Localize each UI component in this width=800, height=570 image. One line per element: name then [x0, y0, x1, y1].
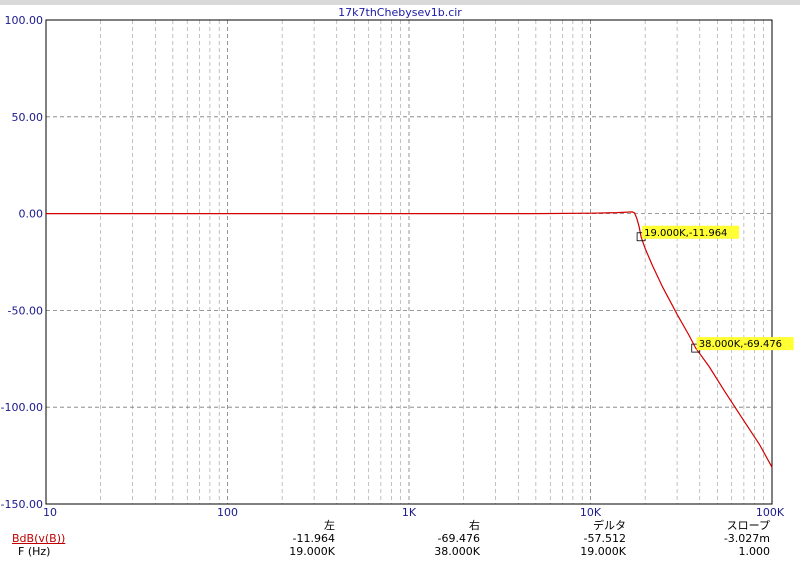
row-freq-left: 19.000K: [289, 545, 335, 558]
row-freq-delta: 19.000K: [580, 545, 626, 558]
y-tick-label: -100.00: [1, 401, 43, 414]
row-label-bdb[interactable]: BdB(v(B)): [12, 532, 100, 545]
y-tick-label: -150.00: [1, 498, 43, 511]
row-freq-right: 38.000K: [434, 545, 480, 558]
bode-plot[interactable]: 100.0050.000.00-50.00-100.00-150.0010 100…: [0, 0, 800, 570]
row-bdb-slope: -3.027m: [723, 532, 770, 545]
annotation-label: 19.000K,-11.964: [644, 228, 727, 239]
header-left: 左: [324, 519, 335, 532]
row-freq-slope: 1.000: [738, 545, 771, 558]
row-bdb-right: -69.476: [437, 532, 480, 545]
row-label-freq: F (Hz): [18, 545, 51, 558]
annotation-label: 38.000K,-69.476: [699, 339, 782, 350]
row-bdb-left: -11.964: [292, 532, 335, 545]
y-tick-label: 0.00: [19, 208, 44, 221]
header-right: 右: [469, 519, 480, 532]
y-tick-label: 100.00: [5, 14, 44, 27]
header-slope: スロープ: [726, 519, 770, 532]
header-delta: デルタ: [593, 519, 626, 532]
row-bdb-delta: -57.512: [583, 532, 626, 545]
y-tick-label: 50.00: [12, 111, 44, 124]
y-tick-label: -50.00: [8, 304, 43, 317]
cursor-table: 左 右 デルタ スロープ BdB(v(B)) -11.964 -69.476 -…: [0, 517, 800, 567]
